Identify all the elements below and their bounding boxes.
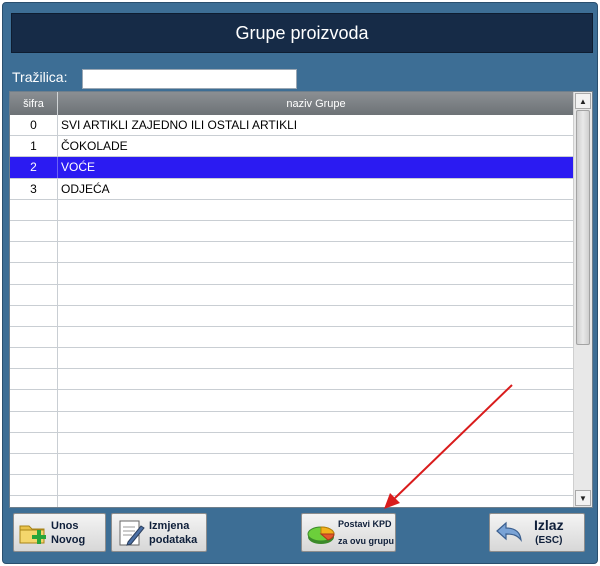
cell-code: 0 <box>10 115 58 136</box>
cell-code <box>10 348 58 369</box>
cell-code <box>10 263 58 284</box>
table-row[interactable] <box>10 454 574 476</box>
set-kpd-label-2: za ovu grupu <box>338 535 394 546</box>
scroll-down-button[interactable]: ▼ <box>575 490 591 506</box>
new-entry-label-2: Novog <box>51 533 86 546</box>
cell-name <box>58 348 574 368</box>
cell-code: 1 <box>10 136 58 157</box>
table-row[interactable]: 3 ODJEĆA <box>10 178 574 200</box>
folder-add-icon <box>19 525 46 544</box>
table-row[interactable] <box>10 432 574 454</box>
table-row[interactable] <box>10 369 574 391</box>
search-input[interactable] <box>82 69 297 89</box>
cell-name: VOĆE <box>61 160 96 175</box>
edit-data-label-1: Izmjena <box>149 519 190 532</box>
cell-code <box>10 496 58 507</box>
cell-code <box>10 242 58 263</box>
cell-name <box>58 306 574 326</box>
table-row[interactable] <box>10 348 574 370</box>
cell-code <box>10 432 58 453</box>
cell-name <box>58 285 574 305</box>
new-entry-button[interactable]: Unos Novog <box>13 513 106 552</box>
cell-name <box>58 263 574 283</box>
table-row[interactable] <box>10 326 574 349</box>
search-label: Tražilica: <box>12 69 68 85</box>
cell-code <box>10 454 58 475</box>
table-header: šifra naziv Grupe <box>10 92 574 115</box>
table-row[interactable] <box>10 284 574 306</box>
back-arrow-icon <box>496 521 522 542</box>
cell-name <box>58 200 574 220</box>
cell-code <box>10 369 58 390</box>
cell-name <box>58 433 574 453</box>
cell-code <box>10 411 58 432</box>
edit-data-button[interactable]: Izmjena podataka <box>111 513 207 552</box>
table-row[interactable] <box>10 475 574 497</box>
pie-chart-icon <box>307 525 335 544</box>
cell-name: SVI ARTIKLI ZAJEDNO ILI OSTALI ARTIKLI <box>61 118 298 133</box>
groups-table: šifra naziv Grupe 0 SVI ARTIKLI ZAJEDNO I… <box>9 91 593 508</box>
table-row[interactable]: 2 VOĆE <box>10 157 574 179</box>
table-row[interactable]: 0 SVI ARTIKLI ZAJEDNO ILI OSTALI ARTIKLI <box>10 115 574 137</box>
table-row[interactable]: 1 ČOKOLADE <box>10 136 574 158</box>
vertical-scrollbar[interactable]: ▲ ▼ <box>573 92 592 507</box>
cell-name <box>58 327 574 347</box>
table-row[interactable] <box>10 496 574 507</box>
exit-button[interactable]: Izlaz (ESC) <box>489 513 585 552</box>
set-kpd-label-1: Postavi KPD <box>338 518 392 529</box>
cell-code: 2 <box>10 157 58 178</box>
cell-name: ČOKOLADE <box>61 139 128 154</box>
cell-code <box>10 475 58 496</box>
column-header-code[interactable]: šifra <box>10 92 58 115</box>
cell-code <box>10 326 58 348</box>
scroll-thumb[interactable] <box>576 110 590 345</box>
table-body: 0 SVI ARTIKLI ZAJEDNO ILI OSTALI ARTIKLI 1… <box>10 115 574 507</box>
cell-code: 3 <box>10 178 58 199</box>
exit-label: Izlaz <box>534 517 564 533</box>
edit-document-icon <box>119 520 145 546</box>
cell-code <box>10 220 58 242</box>
table-row[interactable] <box>10 305 574 327</box>
table-row[interactable] <box>10 242 574 264</box>
table-row[interactable] <box>10 263 574 285</box>
cell-name <box>58 221 574 241</box>
cell-code <box>10 305 58 326</box>
set-kpd-button[interactable]: Postavi KPD za ovu grupu <box>301 513 396 552</box>
cell-name <box>58 369 574 389</box>
cell-name <box>58 454 574 474</box>
cell-name: ODJEĆA <box>61 181 110 196</box>
cell-code <box>10 199 58 220</box>
cell-code <box>10 284 58 305</box>
cell-name <box>58 412 574 432</box>
cell-code <box>10 390 58 411</box>
edit-data-label-2: podataka <box>149 533 198 546</box>
cell-name <box>58 475 574 495</box>
scroll-up-button[interactable]: ▲ <box>575 93 591 109</box>
table-row[interactable] <box>10 411 574 433</box>
exit-shortcut-label: (ESC) <box>535 535 563 546</box>
cell-name <box>58 242 574 262</box>
cell-name <box>58 496 574 507</box>
table-row[interactable] <box>10 220 574 243</box>
table-row[interactable] <box>10 390 574 412</box>
column-header-name[interactable]: naziv Grupe <box>58 92 574 115</box>
window-title: Grupe proizvoda <box>11 13 593 53</box>
new-entry-label-1: Unos <box>51 519 79 532</box>
table-row[interactable] <box>10 199 574 221</box>
cell-name <box>58 390 574 410</box>
